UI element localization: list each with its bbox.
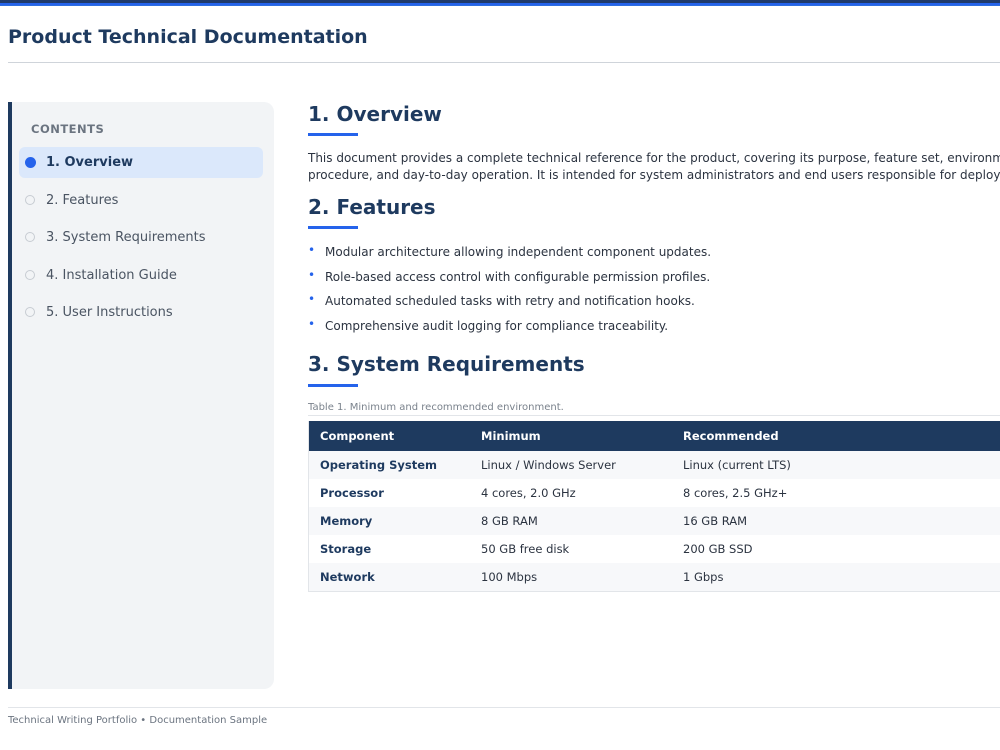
table-of-contents-sidebar: CONTENTS 1. Overview 2. Features 3. Syst… bbox=[8, 102, 274, 689]
toc-item-features[interactable]: 2. Features bbox=[19, 185, 263, 216]
table-cell: 1 Gbps bbox=[672, 563, 1000, 592]
bullet-icon: • bbox=[308, 316, 316, 331]
toc-item-label: 3. System Requirements bbox=[46, 230, 206, 245]
table-cell: 8 cores, 2.5 GHz+ bbox=[672, 479, 1000, 507]
section-heading-system-requirements: 3. System Requirements bbox=[308, 352, 585, 376]
top-accent-bar bbox=[0, 0, 1000, 6]
table-cell: 100 Mbps bbox=[470, 563, 672, 592]
table-cell: 8 GB RAM bbox=[470, 507, 672, 535]
toc-item-label: 4. Installation Guide bbox=[46, 267, 177, 283]
table-cell-component: Processor bbox=[308, 479, 470, 507]
column-header: Component bbox=[308, 421, 470, 451]
table-cell: Linux (current LTS) bbox=[672, 451, 1000, 479]
title-divider bbox=[8, 62, 1000, 63]
overview-line: This document provides a complete techni… bbox=[308, 151, 1000, 165]
table-cell-component: Operating System bbox=[308, 451, 470, 479]
table-cell-component: Memory bbox=[308, 507, 470, 535]
active-dot-icon bbox=[25, 157, 36, 168]
section-underline bbox=[308, 133, 358, 136]
toc-item-label: 5. User Instructions bbox=[46, 305, 173, 320]
bullet-icon: • bbox=[308, 292, 316, 306]
table-cell: 4 cores, 2.0 GHz bbox=[470, 479, 672, 507]
table-row: Operating System Linux / Windows Server … bbox=[308, 451, 1000, 479]
footer-text: Technical Writing Portfolio • Documentat… bbox=[8, 715, 268, 726]
overview-paragraph: This document provides a complete techni… bbox=[308, 150, 1000, 184]
page-title: Product Technical Documentation bbox=[8, 26, 368, 48]
feature-text: Modular architecture allowing independen… bbox=[325, 245, 712, 259]
table-row: Memory 8 GB RAM 16 GB RAM bbox=[308, 507, 1000, 535]
table-cell: 200 GB SSD bbox=[672, 535, 1000, 563]
bullet-icon: • bbox=[308, 243, 316, 257]
section-heading-overview: 1. Overview bbox=[308, 102, 442, 126]
footer-divider bbox=[8, 707, 1000, 708]
dot-icon bbox=[25, 269, 35, 280]
section-underline bbox=[308, 226, 358, 229]
toc-item-installation-guide[interactable]: 4. Installation Guide bbox=[19, 260, 263, 291]
dot-icon bbox=[25, 194, 35, 205]
requirements-table: Component Minimum Recommended Operating … bbox=[308, 421, 1000, 592]
section-heading-features: 2. Features bbox=[308, 195, 436, 219]
dot-icon bbox=[25, 307, 35, 317]
dot-icon bbox=[25, 232, 35, 242]
table-row: Processor 4 cores, 2.0 GHz 8 cores, 2.5 … bbox=[308, 479, 1000, 507]
table-row: Network 100 Mbps 1 Gbps bbox=[308, 563, 1000, 592]
feature-text: Role-based access control with configura… bbox=[325, 269, 711, 284]
table-caption: Table 1. Minimum and recommended environ… bbox=[308, 402, 564, 413]
column-header: Minimum bbox=[470, 421, 672, 451]
toc-item-overview[interactable]: 1. Overview bbox=[19, 147, 263, 178]
table-header-row: Component Minimum Recommended bbox=[308, 421, 1000, 451]
table-cell: Linux / Windows Server bbox=[470, 451, 672, 479]
table-row: Storage 50 GB free disk 200 GB SSD bbox=[308, 535, 1000, 563]
table-cell: 50 GB free disk bbox=[470, 535, 672, 563]
toc-item-label: 1. Overview bbox=[46, 155, 134, 170]
toc-item-label: 2. Features bbox=[46, 192, 119, 208]
bullet-icon: • bbox=[308, 267, 316, 282]
caption-divider bbox=[308, 415, 1000, 416]
sidebar-heading: CONTENTS bbox=[31, 122, 105, 136]
section-underline bbox=[308, 384, 358, 387]
feature-text: Automated scheduled tasks with retry and… bbox=[325, 294, 695, 308]
top-accent-line bbox=[0, 3, 1000, 5]
toc-list: 1. Overview 2. Features 3. System Requir… bbox=[19, 147, 263, 335]
toc-item-user-instructions[interactable]: 5. User Instructions bbox=[19, 297, 263, 328]
table-cell-component: Storage bbox=[308, 535, 470, 563]
feature-text: Comprehensive audit logging for complian… bbox=[325, 318, 669, 333]
table-cell: 16 GB RAM bbox=[672, 507, 1000, 535]
toc-item-system-requirements[interactable]: 3. System Requirements bbox=[19, 222, 263, 253]
overview-line: procedure, and day-to-day operation. It … bbox=[308, 168, 1000, 182]
table-cell-component: Network bbox=[308, 563, 470, 592]
column-header: Recommended bbox=[672, 421, 1000, 451]
